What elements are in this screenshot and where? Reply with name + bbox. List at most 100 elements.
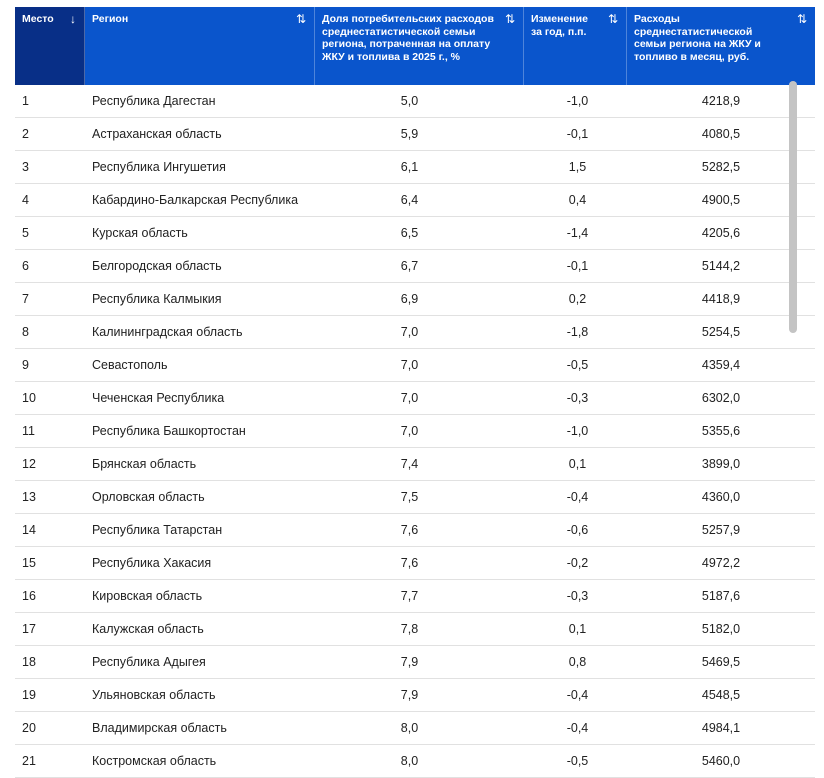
region-cell: Белгородская область	[92, 258, 222, 273]
share-cell: 7,6	[400, 555, 419, 570]
region-cell: Курская область	[92, 225, 188, 240]
expenses-cell: 4205,6	[701, 225, 741, 240]
column-header-region[interactable]: Регион ⇅	[85, 7, 315, 85]
expenses-cell: 4984,1	[701, 720, 741, 735]
rank-cell: 13	[22, 489, 36, 504]
share-cell: 7,4	[400, 456, 419, 471]
table-row: 3 Республика Ингушетия 6,1 1,5 5282,5	[15, 151, 815, 184]
expenses-cell: 5355,6	[701, 423, 741, 438]
table-row: 4 Кабардино-Балкарская Республика 6,4 0,4 49…	[15, 184, 815, 217]
table-row: 14 Республика Татарстан 7,6 -0,6 5257,9	[15, 514, 815, 547]
region-cell: Калужская область	[92, 621, 204, 636]
expenses-cell: 5254,5	[701, 324, 741, 339]
expenses-cell: 4418,9	[701, 291, 741, 306]
expenses-cell: 4359,4	[701, 357, 741, 372]
table-row: 7 Республика Калмыкия 6,9 0,2 4418,9	[15, 283, 815, 316]
column-header-expenses[interactable]: Расходы среднестатистической семьи регио…	[627, 7, 815, 85]
rank-cell: 20	[22, 720, 36, 735]
region-cell: Республика Татарстан	[92, 522, 223, 537]
change-cell: 0,1	[568, 621, 587, 636]
table-row: 19 Ульяновская область 7,9 -0,4 4548,5	[15, 679, 815, 712]
region-cell: Кабардино-Балкарская Республика	[92, 192, 299, 207]
table-row: 8 Калининградская область 7,0 -1,8 5254,5	[15, 316, 815, 349]
data-table: Место ↓ Регион ⇅ Доля потребительских расход…	[15, 7, 815, 778]
vertical-scrollbar[interactable]	[789, 81, 797, 333]
change-cell: 1,5	[568, 159, 587, 174]
expenses-cell: 5469,5	[701, 654, 741, 669]
region-cell: Кировская область	[92, 588, 203, 603]
rank-cell: 18	[22, 654, 36, 669]
rank-cell: 16	[22, 588, 36, 603]
rank-cell: 10	[22, 390, 36, 405]
region-cell: Брянская область	[92, 456, 197, 471]
share-cell: 6,5	[400, 225, 419, 240]
expenses-cell: 5182,0	[701, 621, 741, 636]
share-cell: 7,0	[400, 357, 419, 372]
share-cell: 7,9	[400, 687, 419, 702]
region-cell: Ульяновская область	[92, 687, 216, 702]
rank-cell: 14	[22, 522, 36, 537]
expenses-cell: 4900,5	[701, 192, 741, 207]
rank-cell: 3	[22, 159, 29, 174]
rank-cell: 1	[22, 93, 29, 108]
table-body: 1 Республика Дагестан 5,0 -1,0 4218,9 2 Астрах…	[15, 85, 815, 778]
region-cell: Костромская область	[92, 753, 217, 768]
region-cell: Республика Адыгея	[92, 654, 206, 669]
table-row: 6 Белгородская область 6,7 -0,1 5144,2	[15, 250, 815, 283]
share-cell: 6,7	[400, 258, 419, 273]
sort-icon[interactable]: ⇅	[505, 13, 515, 26]
share-cell: 7,7	[400, 588, 419, 603]
change-cell: -1,0	[566, 423, 589, 438]
rank-cell: 6	[22, 258, 29, 273]
change-cell: -1,4	[566, 225, 589, 240]
table-row: 18 Республика Адыгея 7,9 0,8 5469,5	[15, 646, 815, 679]
table-row: 13 Орловская область 7,5 -0,4 4360,0	[15, 481, 815, 514]
region-cell: Республика Калмыкия	[92, 291, 222, 306]
table-row: 17 Калужская область 7,8 0,1 5182,0	[15, 613, 815, 646]
expenses-cell: 5257,9	[701, 522, 741, 537]
region-cell: Севастополь	[92, 357, 168, 372]
change-cell: -0,3	[566, 588, 589, 603]
sort-icon[interactable]: ⇅	[608, 13, 618, 26]
share-cell: 6,1	[400, 159, 419, 174]
expenses-cell: 5144,2	[701, 258, 741, 273]
rank-cell: 5	[22, 225, 29, 240]
column-header-share[interactable]: Доля потребительских расходов среднестат…	[315, 7, 524, 85]
expenses-cell: 4080,5	[701, 126, 741, 141]
change-cell: -0,4	[566, 687, 589, 702]
share-cell: 5,0	[400, 93, 419, 108]
table-row: 1 Республика Дагестан 5,0 -1,0 4218,9	[15, 85, 815, 118]
change-cell: 0,8	[568, 654, 587, 669]
column-header-change[interactable]: Изменение за год, п.п. ⇅	[524, 7, 627, 85]
rank-cell: 12	[22, 456, 36, 471]
rank-cell: 19	[22, 687, 36, 702]
expenses-cell: 4360,0	[701, 489, 741, 504]
change-cell: 0,2	[568, 291, 587, 306]
sort-descending-icon[interactable]: ↓	[70, 13, 76, 26]
change-cell: 0,1	[568, 456, 587, 471]
share-cell: 5,9	[400, 126, 419, 141]
rank-cell: 15	[22, 555, 36, 570]
share-cell: 7,0	[400, 423, 419, 438]
share-cell: 8,0	[400, 720, 419, 735]
table-row: 5 Курская область 6,5 -1,4 4205,6	[15, 217, 815, 250]
share-cell: 8,0	[400, 753, 419, 768]
region-cell: Владимирская область	[92, 720, 227, 735]
expenses-cell: 5282,5	[701, 159, 741, 174]
region-cell: Республика Башкортостан	[92, 423, 246, 438]
change-cell: 0,4	[568, 192, 587, 207]
sort-icon[interactable]: ⇅	[296, 13, 306, 26]
column-header-rank[interactable]: Место ↓	[15, 7, 85, 85]
rank-cell: 11	[22, 423, 35, 438]
column-header-label: Регион	[92, 13, 129, 25]
column-header-label: Расходы среднестатистической семьи регио…	[634, 13, 761, 63]
region-cell: Республика Хакасия	[92, 555, 212, 570]
expenses-cell: 6302,0	[701, 390, 741, 405]
sort-icon[interactable]: ⇅	[797, 13, 807, 26]
change-cell: -0,1	[566, 258, 589, 273]
expenses-cell: 4548,5	[701, 687, 741, 702]
region-cell: Калининградская область	[92, 324, 243, 339]
change-cell: -0,4	[566, 489, 589, 504]
share-cell: 7,9	[400, 654, 419, 669]
change-cell: -0,1	[566, 126, 589, 141]
